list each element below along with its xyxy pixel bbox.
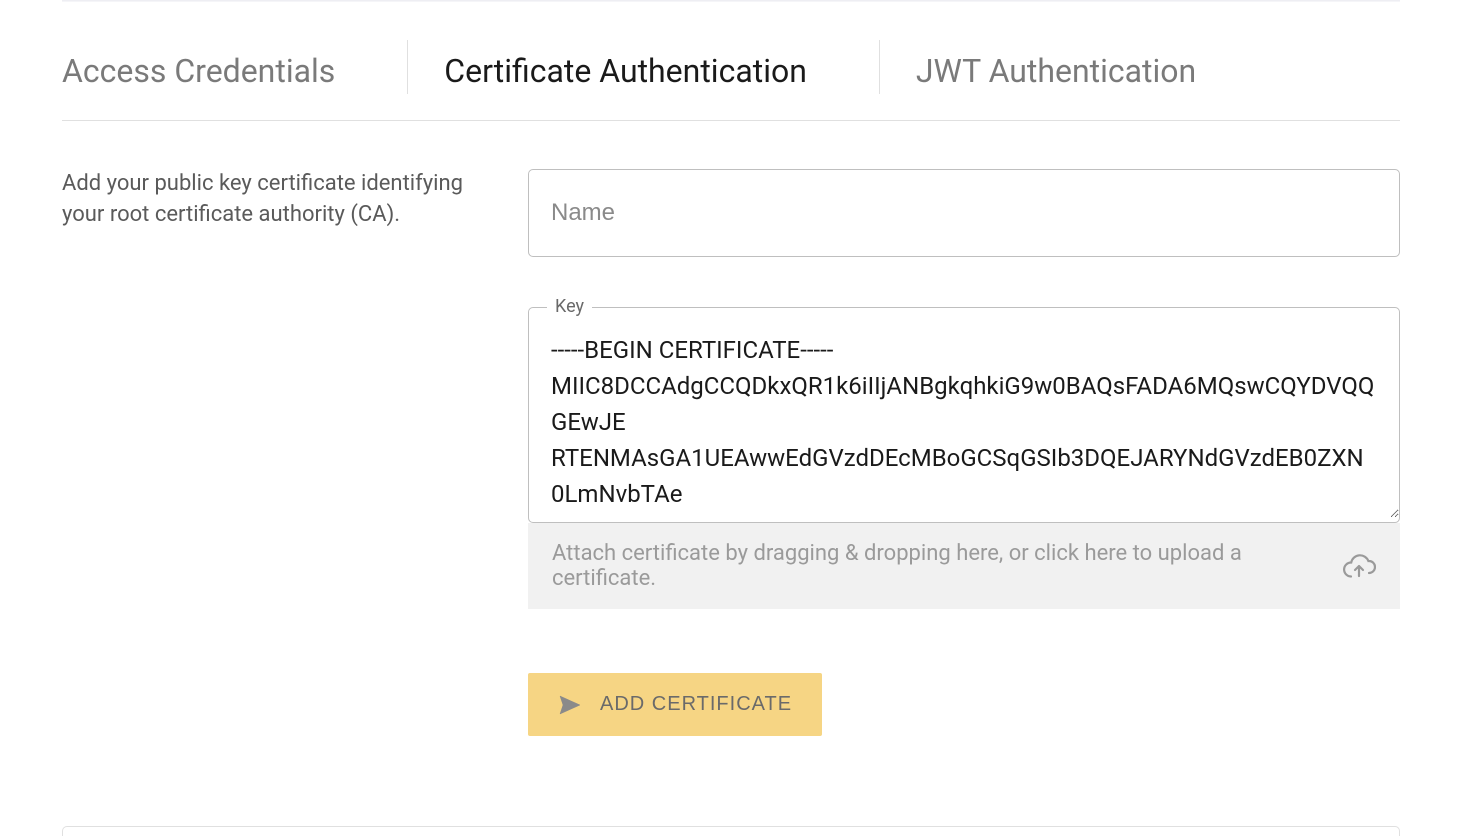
top-divider [62, 0, 1400, 2]
add-certificate-label: ADD CERTIFICATE [600, 693, 792, 716]
bottom-panel-edge [62, 826, 1400, 836]
tab-separator [879, 40, 880, 94]
key-label: Key [547, 296, 592, 317]
dropzone-text: Attach certificate by dragging & droppin… [552, 541, 1342, 591]
send-icon [558, 694, 582, 716]
tab-certificate-authentication[interactable]: Certificate Authentication [444, 52, 843, 112]
add-certificate-button[interactable]: ADD CERTIFICATE [528, 673, 822, 736]
tab-access-credentials[interactable]: Access Credentials [62, 52, 371, 112]
key-fieldset: Key [528, 307, 1400, 523]
cloud-upload-icon [1342, 553, 1376, 579]
certificate-key-textarea[interactable] [529, 308, 1399, 518]
certificate-form: Add your public key certificate identify… [62, 121, 1400, 736]
auth-tabs: Access Credentials Certificate Authentic… [62, 44, 1400, 121]
certificate-name-input[interactable] [528, 169, 1400, 257]
tab-jwt-authentication[interactable]: JWT Authentication [916, 52, 1232, 112]
form-description: Add your public key certificate identify… [62, 169, 480, 231]
certificate-dropzone[interactable]: Attach certificate by dragging & droppin… [528, 523, 1400, 609]
tab-separator [407, 40, 408, 94]
